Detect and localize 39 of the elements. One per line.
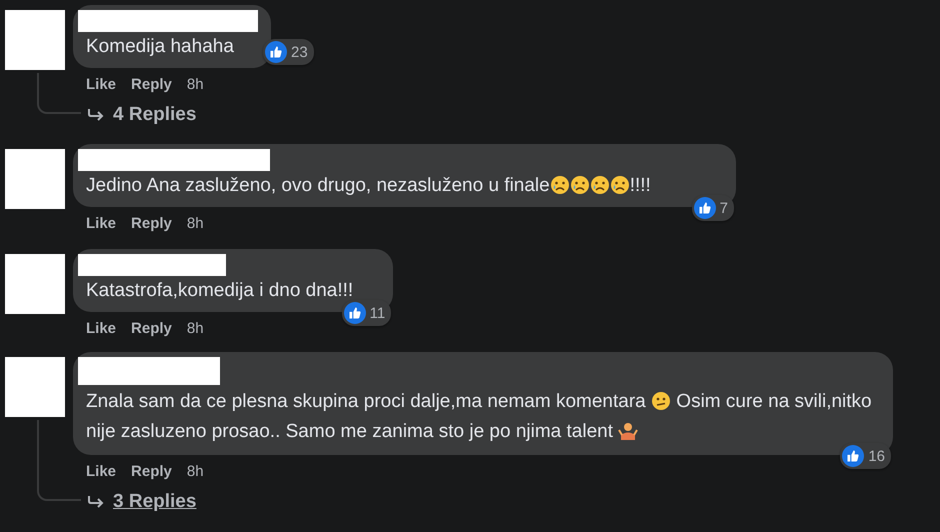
comment-action-link[interactable]: Reply (131, 76, 172, 100)
reaction-count[interactable]: 16 (840, 443, 891, 469)
confused-face-icon (651, 391, 672, 411)
reply-arrow-icon (87, 108, 105, 122)
comment-text: Jedino Ana zasluženo, ovo drugo, nezasluženo u finale !!!! (85, 174, 652, 198)
reply-arrow-icon (87, 495, 105, 509)
comment-time: 8h (186, 320, 204, 339)
thumbs-up-icon (842, 445, 864, 467)
shrugging-figure-icon (618, 421, 638, 441)
avatar[interactable] (5, 149, 65, 209)
crying-face-icon (570, 175, 590, 195)
comment-time: 8h (186, 76, 204, 95)
comment-text: Znala sam da ce plesna skupina proci dalje,ma nemam komentara Osim cure na svili,nitko nije zasluzeno prosao.. Samo me zanima sto je po njima talent (85, 390, 873, 444)
reaction-count[interactable]: 7 (692, 195, 734, 221)
comment-action-link[interactable]: Like (86, 76, 116, 100)
avatar[interactable] (5, 10, 65, 70)
view-replies-link[interactable]: 3 Replies (73, 487, 196, 517)
thumbs-up-icon (694, 197, 716, 219)
crying-face-icon (610, 175, 630, 195)
crying-face-icon (550, 175, 570, 195)
comment-text: Komedija hahaha (85, 35, 235, 59)
comment-text: Katastrofa,komedija i dno dna!!! (85, 279, 354, 303)
comment-time: 8h (186, 215, 204, 234)
avatar[interactable] (5, 357, 65, 417)
avatar[interactable] (5, 254, 65, 314)
comment-action-link[interactable]: Reply (131, 463, 172, 487)
comment-time: 8h (186, 463, 204, 482)
comment-action-link[interactable]: Like (86, 320, 116, 344)
comment-action-link[interactable]: Reply (131, 215, 172, 239)
reaction-count[interactable]: 11 (342, 300, 392, 326)
comment-action-link[interactable]: Reply (131, 320, 172, 344)
thread-line (37, 73, 81, 114)
crying-face-icon (590, 175, 610, 195)
comment-action-link[interactable]: Like (86, 215, 116, 239)
thumbs-up-icon (265, 41, 287, 63)
view-replies-link[interactable]: 4 Replies (73, 100, 196, 130)
comment-action-link[interactable]: Like (86, 463, 116, 487)
reaction-count[interactable]: 23 (263, 39, 314, 65)
thumbs-up-icon (344, 302, 366, 324)
